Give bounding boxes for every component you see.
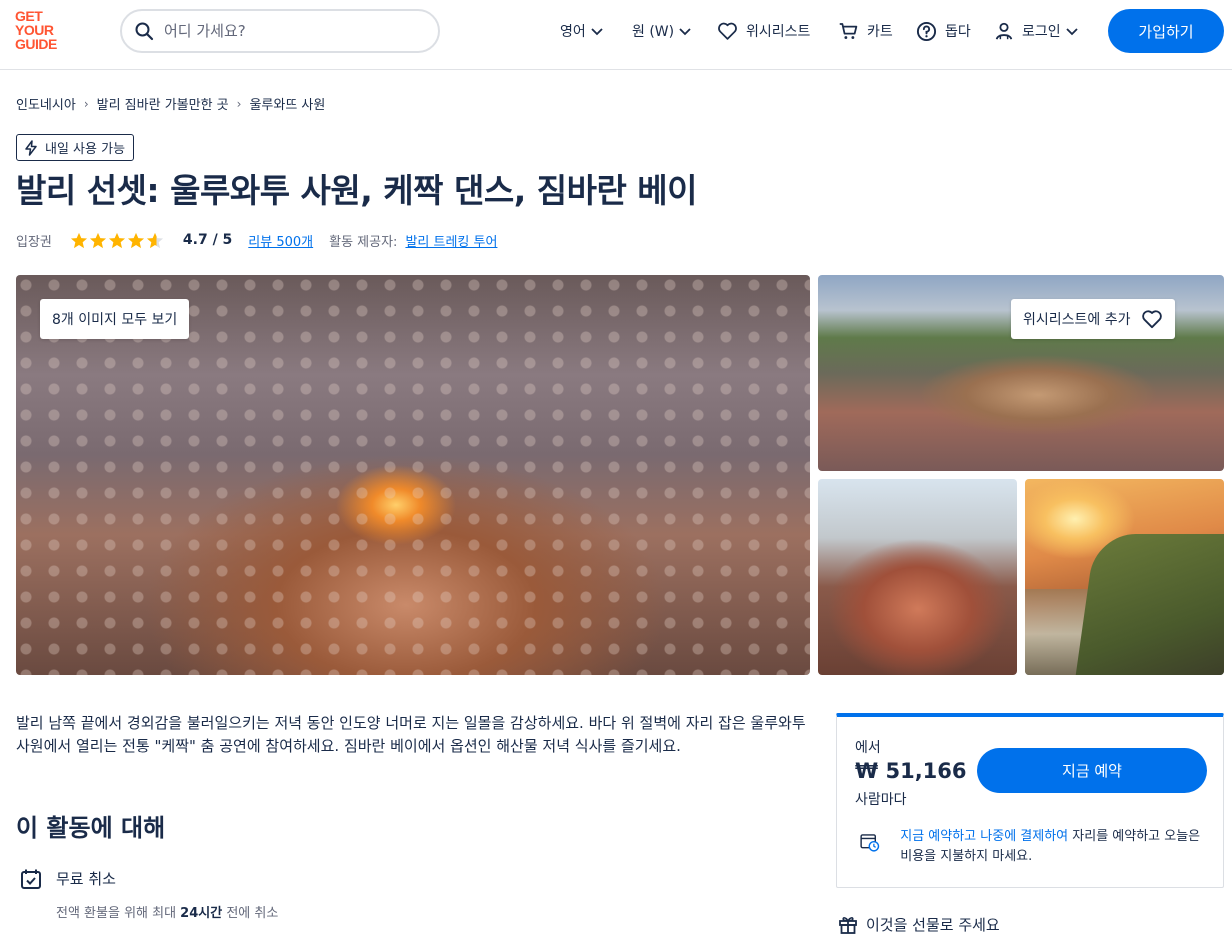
provider-label: 활동 제공자:: [329, 234, 398, 250]
search-input[interactable]: [164, 22, 424, 40]
currency-selector[interactable]: 원 (W): [632, 20, 692, 42]
half-star-icon: [146, 232, 163, 248]
feature-subtitle: 전액 환불을 위해 최대 24시간 전에 취소: [56, 906, 279, 921]
add-to-wishlist-label: 위시리스트에 추가: [1023, 312, 1131, 328]
logo-line-1: GET: [15, 8, 43, 24]
category-label: 입장권: [16, 234, 52, 250]
add-to-wishlist-button[interactable]: 위시리스트에 추가: [1011, 299, 1175, 339]
rnpl-link[interactable]: 지금 예약하고 나중에 결제하여: [900, 829, 1068, 844]
search-bar[interactable]: [120, 9, 440, 53]
provider-link[interactable]: 발리 트레킹 투어: [405, 231, 497, 250]
free-cancellation-feature: 무료 취소 전액 환불을 위해 최대 24시간 전에 취소: [20, 868, 278, 921]
star-icon: [108, 232, 125, 248]
wishlist-link[interactable]: 위시리스트: [717, 20, 810, 42]
reserve-now-pay-later: 지금 예약하고 나중에 결제하여 자리를 예약하고 오늘은 비용을 지불하지 마…: [859, 827, 1209, 867]
help-icon: [916, 21, 937, 41]
badge-label: 내일 사용 가능: [45, 142, 126, 157]
currency-label: 원 (W): [632, 24, 675, 40]
chevron-right-icon: ›: [236, 96, 242, 111]
feature-title: 무료 취소: [56, 870, 116, 888]
language-selector[interactable]: 영어: [560, 20, 604, 42]
activity-meta: 입장권 4.7 / 5 리뷰 500개 활동 제공자: 발리 트레킹 투어: [16, 230, 497, 250]
help-label: 돕다: [945, 24, 971, 40]
star-icon: [127, 232, 144, 248]
chevron-down-icon: [591, 28, 603, 36]
gift-label: 이것을 선물로 주세요: [866, 916, 1000, 934]
cart-link[interactable]: 카트: [838, 20, 893, 42]
gallery-image[interactable]: [818, 479, 1017, 675]
breadcrumb-link[interactable]: 인도네시아: [16, 94, 76, 113]
signup-button[interactable]: 가입하기: [1108, 9, 1224, 53]
about-section-title: 이 활동에 대해: [16, 814, 166, 842]
price-from-label: 에서: [855, 740, 881, 756]
rating-stars: [70, 232, 165, 249]
price-value: ₩ 51,166: [855, 759, 967, 783]
chevron-down-icon: [1066, 28, 1078, 36]
availability-badge: 내일 사용 가능: [16, 134, 135, 161]
logo-line-3: GUIDE: [15, 36, 57, 52]
price-per-person: 사람마다: [855, 792, 907, 808]
view-all-images-button[interactable]: 8개 이미지 모두 보기: [40, 299, 190, 339]
star-icon: [89, 232, 106, 248]
wishlist-label: 위시리스트: [746, 24, 811, 40]
heart-icon: [1141, 310, 1162, 329]
reviews-link[interactable]: 리뷰 500개: [248, 231, 313, 250]
lightning-icon: [25, 139, 37, 156]
gift-link[interactable]: 이것을 선물로 주세요: [838, 914, 1000, 935]
calendar-check-icon: [21, 869, 41, 889]
rating-value: 4.7 / 5: [182, 232, 233, 248]
booking-card: 에서 ₩ 51,166 사람마다 지금 예약 지금 예약하고 나중에 결제하여 …: [836, 713, 1224, 888]
rnpl-text: 지금 예약하고 나중에 결제하여 자리를 예약하고 오늘은 비용을 지불하지 마…: [900, 829, 1201, 864]
getyourguide-logo[interactable]: GET YOUR GUIDE: [15, 9, 75, 55]
breadcrumb-link[interactable]: 울루와뜨 사원: [249, 94, 325, 113]
top-header: GET YOUR GUIDE 영어 원 (W) 위시리스트 카트 돕다 로그인 …: [0, 0, 1232, 70]
help-link[interactable]: 돕다: [916, 20, 971, 42]
chevron-down-icon: [679, 28, 691, 36]
gallery-image[interactable]: [1025, 479, 1224, 675]
activity-description: 발리 남쪽 끝에서 경외감을 불러일으키는 저녁 동안 인도양 너머로 지는 일…: [16, 714, 806, 755]
book-now-button[interactable]: 지금 예약: [977, 748, 1207, 793]
cart-label: 카트: [867, 24, 893, 40]
page-title: 발리 선셋: 울루와투 사원, 케짝 댄스, 짐바란 베이: [16, 171, 698, 210]
search-icon: [135, 22, 154, 41]
logo-line-2: YOUR: [15, 22, 54, 38]
cart-icon: [839, 23, 858, 39]
login-menu[interactable]: 로그인: [994, 20, 1079, 42]
heart-icon: [718, 22, 737, 40]
breadcrumb: 인도네시아 › 발리 짐바란 가볼만한 곳 › 울루와뜨 사원: [16, 94, 325, 114]
chevron-right-icon: ›: [83, 96, 89, 111]
calendar-clock-icon: [860, 834, 880, 852]
language-label: 영어: [560, 24, 586, 40]
login-label: 로그인: [1022, 24, 1061, 40]
star-icon: [70, 232, 87, 248]
breadcrumb-link[interactable]: 발리 짐바란 가볼만한 곳: [97, 94, 229, 113]
user-icon: [995, 22, 1013, 40]
gift-icon: [839, 916, 857, 934]
